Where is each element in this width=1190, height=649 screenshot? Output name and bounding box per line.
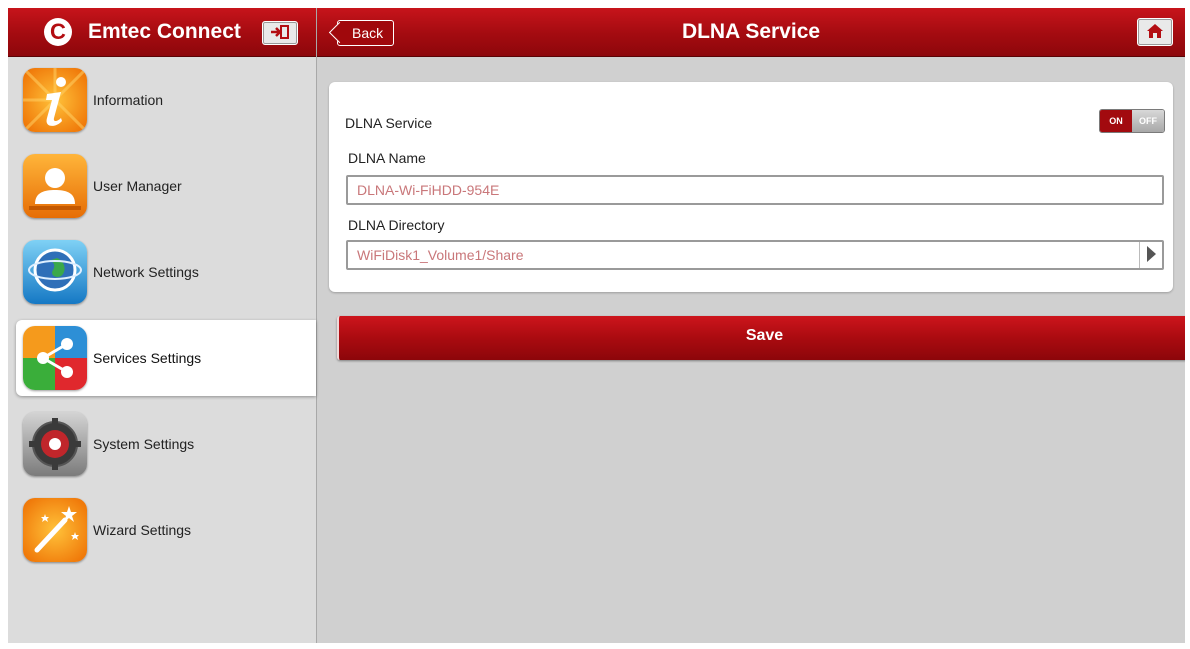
dlna-service-label: DLNA Service <box>345 115 433 131</box>
dlna-name-label: DLNA Name <box>348 150 426 166</box>
dlna-name-field[interactable]: DLNA-Wi-FiHDD-954E <box>346 175 1164 205</box>
home-icon <box>1147 24 1163 38</box>
home-button[interactable] <box>1137 18 1173 46</box>
magic-wand-icon <box>23 498 87 562</box>
sidebar-item-information[interactable]: Information <box>16 62 316 138</box>
logout-icon <box>271 25 289 39</box>
save-button[interactable]: Save <box>337 316 1185 360</box>
dlna-directory-value: WiFiDisk1_Volume1/Share <box>357 247 524 263</box>
share-icon <box>23 326 87 390</box>
sidebar-item-label: Information <box>93 92 164 108</box>
information-icon <box>23 68 87 132</box>
main-panel: Back DLNA Service DLNA Service ON OFF DL… <box>317 8 1185 643</box>
sidebar-item-label: User Manager <box>93 178 182 194</box>
sidebar-item-label: Wizard Settings <box>93 522 192 538</box>
sidebar-item-network-settings[interactable]: Network Settings <box>16 234 316 310</box>
select-divider <box>1139 242 1140 268</box>
user-icon <box>23 154 87 218</box>
emtec-logo-icon: C <box>44 18 72 46</box>
chevron-right-icon[interactable] <box>1147 246 1156 262</box>
sidebar-item-user-manager[interactable]: User Manager <box>16 148 316 224</box>
main-header: Back DLNA Service <box>317 8 1185 57</box>
globe-icon <box>23 240 87 304</box>
page-title: DLNA Service <box>681 20 821 43</box>
dlna-directory-select[interactable]: WiFiDisk1_Volume1/Share <box>346 240 1164 270</box>
dlna-settings-card: DLNA Service ON OFF DLNA Name DLNA-Wi-Fi… <box>329 82 1173 292</box>
gear-icon <box>23 412 87 476</box>
sidebar-item-label: Services Settings <box>93 350 202 366</box>
sidebar-item-label: Network Settings <box>93 264 199 280</box>
sidebar-item-wizard-settings[interactable]: Wizard Settings <box>16 492 316 568</box>
toggle-off-label: OFF <box>1132 110 1164 132</box>
sidebar-item-system-settings[interactable]: System Settings <box>16 406 316 482</box>
sidebar-header: C Emtec Connect <box>8 8 316 57</box>
dlna-service-toggle[interactable]: ON OFF <box>1099 109 1165 133</box>
dlna-name-value: DLNA-Wi-FiHDD-954E <box>357 182 500 198</box>
sidebar: C Emtec Connect Information User Manager… <box>8 8 317 643</box>
app-title: Emtec Connect <box>88 20 241 43</box>
toggle-on-label: ON <box>1100 110 1132 132</box>
dlna-directory-label: DLNA Directory <box>348 217 445 233</box>
sidebar-item-services-settings[interactable]: Services Settings <box>16 320 316 396</box>
logout-button[interactable] <box>262 21 298 45</box>
app-frame: C Emtec Connect Information User Manager… <box>8 8 1185 643</box>
sidebar-item-label: System Settings <box>93 436 195 452</box>
